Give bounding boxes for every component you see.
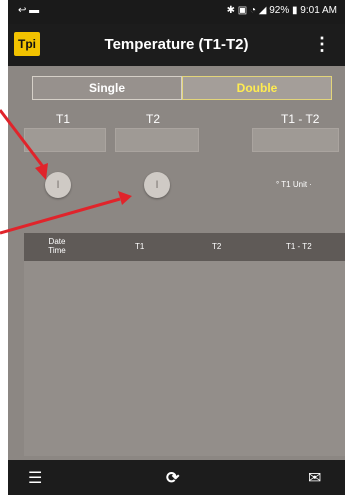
t1-value-field [24, 128, 106, 152]
refresh-icon[interactable]: ⟳ [166, 468, 179, 488]
diff-label: T1 - T2 [281, 112, 320, 126]
info-icon: I [56, 179, 60, 191]
t2-unit-button[interactable]: I [144, 172, 170, 198]
overflow-menu-icon[interactable]: ⋮ [313, 34, 331, 55]
main-content: Single Double T1 T2 T1 - T2 I I ° T1 Uni… [8, 66, 345, 460]
bottom-toolbar: ☰ ⟳ ✉ [8, 460, 345, 495]
info-icon: I [155, 179, 159, 191]
status-right-info: ✱ ▣ ◔ ◢ 92% ▮ 9:01 AM [226, 5, 337, 16]
mail-icon[interactable]: ✉ [308, 468, 321, 488]
status-bar: ↩ ▬ ✱ ▣ ◔ ◢ 92% ▮ 9:01 AM [8, 0, 345, 24]
header-t1: T1 [135, 242, 145, 251]
t1-unit-button[interactable]: I [45, 172, 71, 198]
page-title: Temperature (T1-T2) [104, 36, 249, 53]
t2-value-field [115, 128, 199, 152]
header-date-time: Date Time [48, 237, 66, 255]
t1-unit-label: ° T1 Unit · [276, 180, 312, 189]
list-icon[interactable]: ☰ [28, 468, 42, 488]
table-header: Date Time T1 T2 T1 - T2 [24, 233, 345, 261]
t1-label: T1 [56, 112, 71, 126]
mode-double-button[interactable]: Double [182, 76, 332, 100]
header-diff: T1 - T2 [286, 242, 312, 251]
mode-single-button[interactable]: Single [32, 76, 182, 100]
diff-value-field [252, 128, 339, 152]
readings-table-body [24, 261, 345, 456]
app-bar: Tpi Temperature (T1-T2) ⋮ [8, 24, 345, 66]
header-t2: T2 [212, 242, 222, 251]
t2-label: T2 [146, 112, 161, 126]
phone-screen: ↩ ▬ ✱ ▣ ◔ ◢ 92% ▮ 9:01 AM Tpi Temperatur… [0, 0, 350, 495]
status-left-icons: ↩ ▬ [18, 5, 40, 16]
